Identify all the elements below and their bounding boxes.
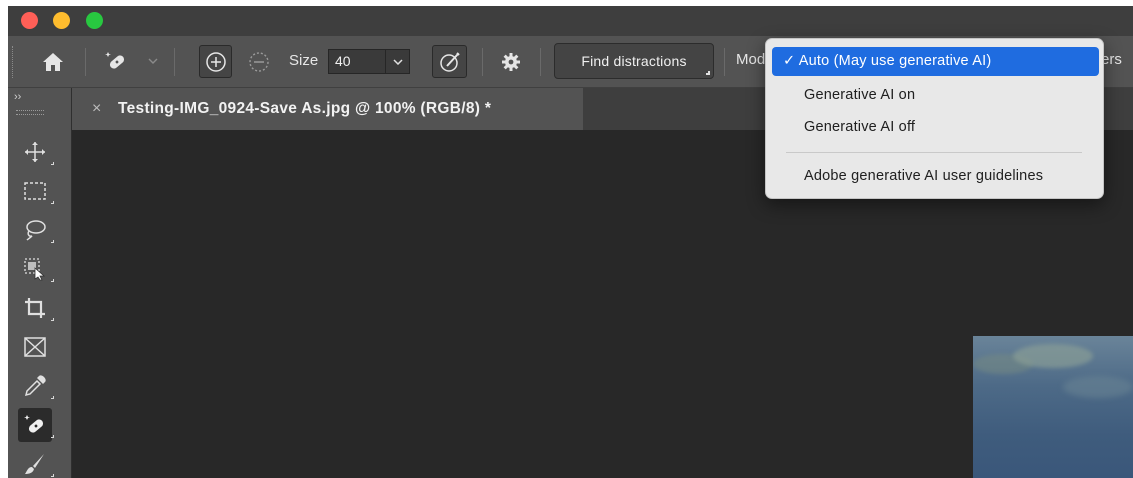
zoom-window-button[interactable] — [86, 12, 103, 29]
find-distractions-label: Find distractions — [581, 53, 687, 69]
eyedropper-icon[interactable] — [18, 369, 54, 403]
document-tab[interactable]: × Testing-IMG_0924-Save As.jpg @ 100% (R… — [72, 88, 583, 130]
document-tab-title: Testing-IMG_0924-Save As.jpg @ 100% (RGB… — [118, 100, 492, 117]
close-tab-icon[interactable]: × — [92, 100, 110, 118]
mode-dropdown-menu: ✓ Auto (May use generative AI) Generativ… — [765, 38, 1104, 199]
home-icon[interactable] — [38, 48, 68, 76]
size-label: Size — [289, 52, 319, 69]
toolbox-grip[interactable] — [16, 110, 44, 115]
gear-icon[interactable] — [497, 48, 525, 76]
menu-item-generative-ai-on[interactable]: Generative AI on — [772, 81, 1099, 110]
object-selection-icon[interactable] — [18, 252, 54, 286]
toolbox-panel: ›› — [8, 88, 72, 478]
lasso-icon[interactable] — [18, 213, 54, 247]
preset-dropdown-icon[interactable] — [146, 54, 160, 68]
move-icon[interactable] — [18, 135, 54, 169]
remove-tool-preset-icon[interactable] — [101, 46, 133, 78]
subtract-from-stroke-icon[interactable] — [246, 49, 272, 75]
menu-item-ai-guidelines[interactable]: Adobe generative AI user guidelines — [772, 162, 1099, 191]
title-bar — [8, 6, 1133, 36]
menu-item-generative-ai-off[interactable]: Generative AI off — [772, 113, 1099, 142]
options-bar-grip[interactable] — [12, 46, 15, 78]
dropdown-corner-icon — [706, 71, 710, 75]
size-input[interactable]: 40 — [328, 49, 386, 74]
menu-divider — [786, 152, 1082, 153]
close-window-button[interactable] — [21, 12, 38, 29]
pressure-size-icon[interactable] — [432, 45, 467, 78]
add-to-stroke-icon[interactable] — [199, 45, 232, 78]
marquee-icon[interactable] — [18, 174, 54, 208]
remove-tool-icon[interactable] — [18, 408, 54, 442]
trailing-option-label: ers — [1101, 51, 1122, 68]
minimize-window-button[interactable] — [53, 12, 70, 29]
mode-label: Mod — [736, 51, 766, 68]
frame-icon[interactable] — [18, 330, 52, 364]
crop-icon[interactable] — [18, 291, 54, 325]
expand-panel-icon[interactable]: ›› — [14, 91, 21, 103]
brush-icon[interactable] — [18, 447, 54, 478]
menu-item-auto[interactable]: ✓ Auto (May use generative AI) — [772, 47, 1099, 76]
size-dropdown-icon[interactable] — [386, 49, 410, 74]
find-distractions-button[interactable]: Find distractions — [554, 43, 714, 79]
document-image[interactable] — [973, 336, 1133, 478]
